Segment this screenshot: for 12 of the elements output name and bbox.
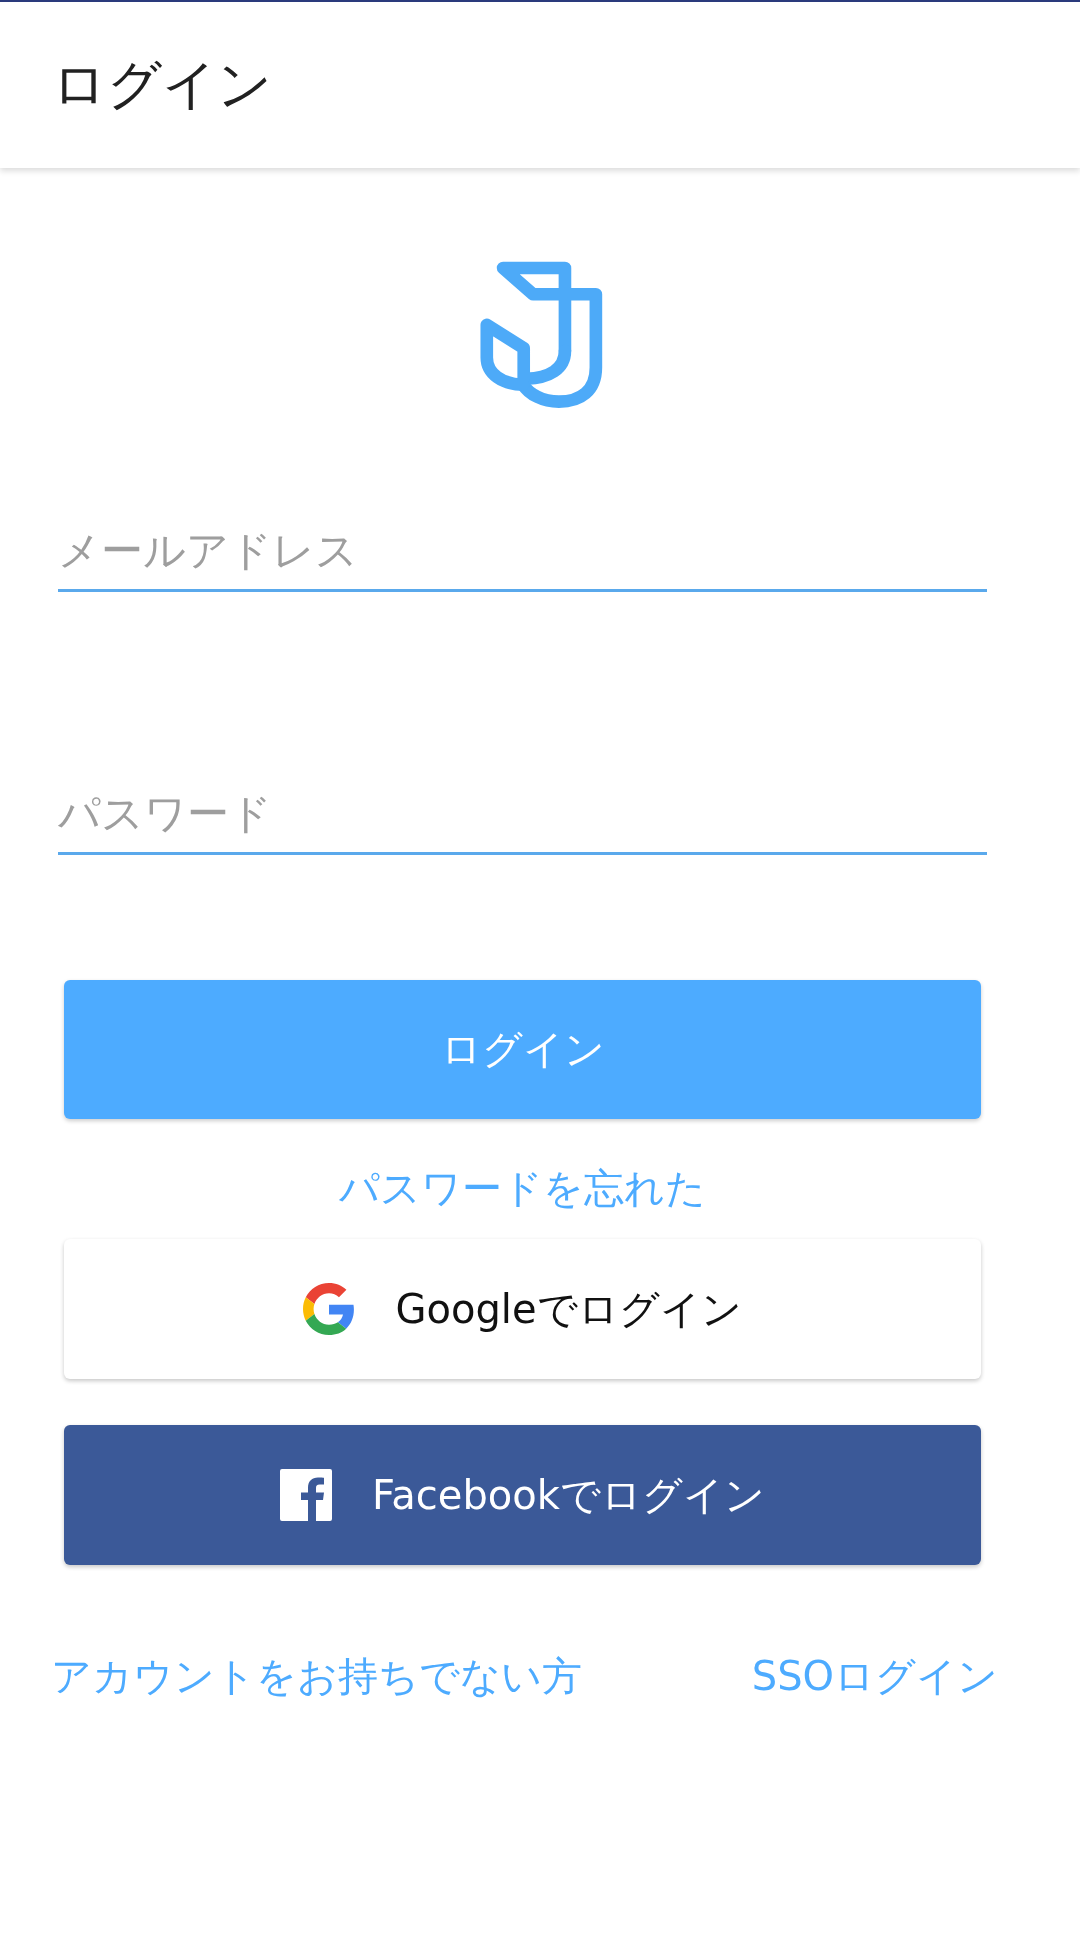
forgot-password-link[interactable]: パスワードを忘れた: [339, 1164, 706, 1212]
login-button[interactable]: ログイン: [64, 980, 981, 1119]
app-title: ログイン: [52, 52, 272, 118]
footer-link[interactable]: アカウントをお持ちでない方: [51, 1652, 582, 1700]
input-field[interactable]: メールアドレス: [58, 522, 987, 592]
logo-icon: [479, 261, 603, 409]
google-login-button[interactable]: Googleでログイン: [64, 1239, 981, 1379]
footer-link[interactable]: SSOログイン: [751, 1652, 998, 1700]
facebook-login-button[interactable]: Facebookでログイン: [64, 1425, 981, 1565]
google-g-icon: [303, 1283, 356, 1335]
input-field[interactable]: パスワード: [58, 785, 987, 855]
facebook-f-icon: [280, 1469, 332, 1521]
